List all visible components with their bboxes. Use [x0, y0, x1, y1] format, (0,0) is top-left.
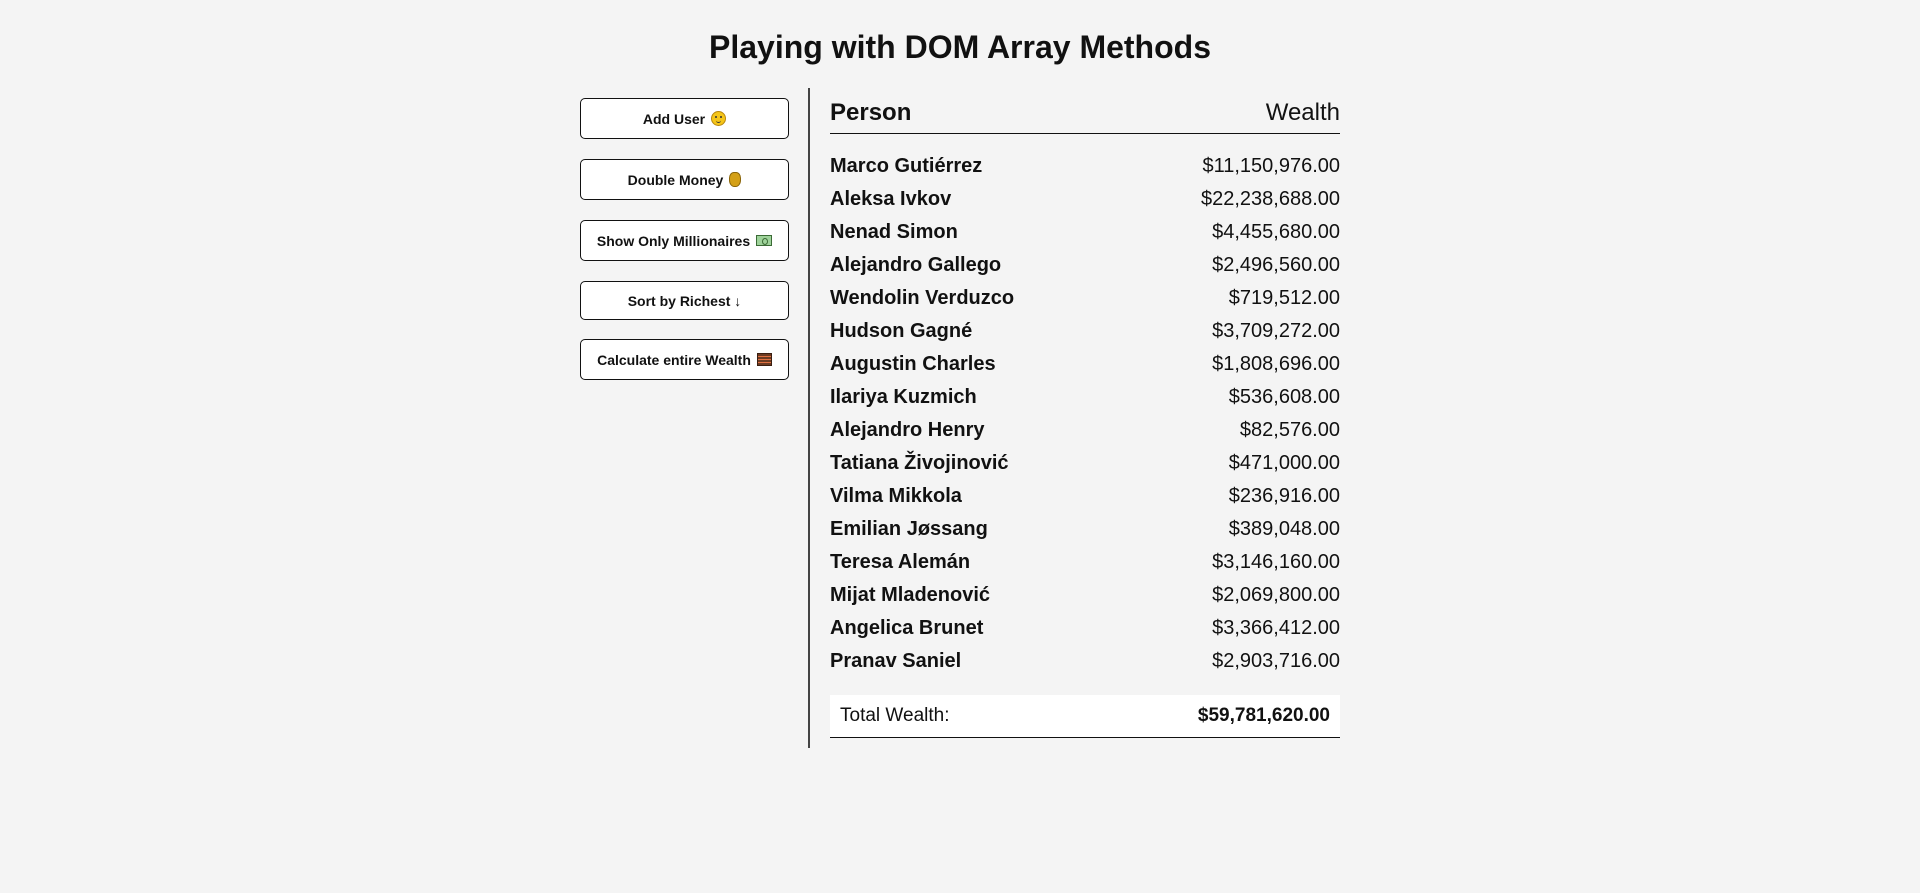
person-name: Hudson Gagné	[830, 320, 973, 342]
header-wealth: Wealth	[1265, 99, 1340, 126]
person-name: Mijat Mladenović	[830, 584, 991, 606]
person-wealth: $11,150,976.00	[1202, 155, 1340, 177]
person-name: Ilariya Kuzmich	[830, 386, 977, 408]
person-wealth: $389,048.00	[1228, 518, 1340, 540]
person-name: Alejandro Gallego	[830, 254, 1002, 276]
person-wealth: $2,069,800.00	[1212, 584, 1340, 606]
person-name: Teresa Alemán	[830, 551, 971, 573]
table-row: Teresa Alemán $3,146,160.00	[830, 546, 1340, 579]
table-row: Marco Gutiérrez $11,150,976.00	[830, 150, 1340, 183]
total-value: $59,781,620.00	[1197, 705, 1330, 726]
person-wealth: $22,238,688.00	[1200, 188, 1340, 210]
table-row: Pranav Saniel $2,903,716.00	[830, 645, 1340, 678]
sort-richest-button[interactable]: Sort by Richest ↓	[580, 281, 789, 320]
calculate-wealth-button[interactable]: Calculate entire Wealth	[580, 339, 789, 380]
table-row: Mijat Mladenović $2,069,800.00	[830, 579, 1340, 612]
person-wealth: $3,366,412.00	[1212, 617, 1340, 639]
calculate-wealth-label: Calculate entire Wealth	[597, 351, 751, 368]
money-bag-icon	[729, 172, 742, 187]
person-name: Pranav Saniel	[830, 650, 962, 672]
double-money-button[interactable]: Double Money	[580, 159, 789, 200]
person-name: Tatiana Živojinović	[830, 452, 1009, 474]
person-wealth: $471,000.00	[1228, 452, 1340, 474]
person-name: Augustin Charles	[830, 353, 996, 375]
table-row: Alejandro Henry $82,576.00	[830, 414, 1340, 447]
add-user-button[interactable]: Add User	[580, 98, 789, 139]
dollar-bill-icon	[756, 235, 773, 246]
header-person: Person	[830, 99, 912, 126]
person-wealth: $3,146,160.00	[1212, 551, 1340, 573]
double-money-label: Double Money	[627, 171, 724, 188]
table-row: Ilariya Kuzmich $536,608.00	[830, 381, 1340, 414]
table-row: Nenad Simon $4,455,680.00	[830, 216, 1340, 249]
table-row: Hudson Gagné $3,709,272.00	[830, 315, 1340, 348]
person-wealth: $4,455,680.00	[1212, 221, 1340, 243]
abacus-icon	[756, 353, 772, 366]
person-wealth: $3,709,272.00	[1212, 320, 1340, 342]
sort-richest-label: Sort by Richest ↓	[627, 292, 742, 309]
person-wealth: $1,808,696.00	[1212, 353, 1340, 375]
table-row: Augustin Charles $1,808,696.00	[830, 348, 1340, 381]
face-icon	[711, 111, 727, 126]
person-name: Aleksa Ivkov	[830, 188, 952, 210]
person-wealth: $2,903,716.00	[1212, 650, 1340, 672]
table-row: Alejandro Gallego $2,496,560.00	[830, 249, 1340, 282]
total-label: Total Wealth:	[840, 705, 950, 726]
person-wealth: $536,608.00	[1228, 386, 1340, 408]
person-name: Emilian Jøssang	[830, 518, 988, 540]
person-name: Alejandro Henry	[830, 419, 985, 441]
person-wealth: $719,512.00	[1228, 287, 1340, 309]
person-wealth: $236,916.00	[1228, 485, 1340, 507]
vertical-divider	[808, 88, 810, 748]
show-millionaires-label: Show Only Millionaires	[596, 232, 751, 249]
table-row: Tatiana Živojinović $471,000.00	[830, 447, 1340, 480]
table-row: Angelica Brunet $3,366,412.00	[830, 612, 1340, 645]
show-millionaires-button[interactable]: Show Only Millionaires	[580, 220, 789, 261]
table-rows: Marco Gutiérrez $11,150,976.00 Aleksa Ivko…	[830, 150, 1340, 678]
person-name: Angelica Brunet	[830, 617, 984, 639]
table-row: Emilian Jøssang $389,048.00	[830, 513, 1340, 546]
wealth-table: Person Wealth Marco Gutiérrez $11,150,976…	[830, 94, 1340, 738]
page-title: Playing with DOM Array Methods	[709, 29, 1211, 65]
person-name: Marco Gutiérrez	[830, 155, 983, 177]
add-user-label: Add User	[642, 110, 706, 127]
person-wealth: $2,496,560.00	[1212, 254, 1340, 276]
total-wealth-row: Total Wealth: $59,781,620.00	[830, 695, 1340, 738]
table-row: Aleksa Ivkov $22,238,688.00	[830, 183, 1340, 216]
person-name: Wendolin Verduzco	[830, 287, 1015, 309]
table-row: Wendolin Verduzco $719,512.00	[830, 282, 1340, 315]
table-row: Vilma Mikkola $236,916.00	[830, 480, 1340, 513]
table-header: Person Wealth	[830, 94, 1340, 134]
person-wealth: $82,576.00	[1239, 419, 1340, 441]
person-name: Vilma Mikkola	[830, 485, 962, 507]
person-name: Nenad Simon	[830, 221, 958, 243]
